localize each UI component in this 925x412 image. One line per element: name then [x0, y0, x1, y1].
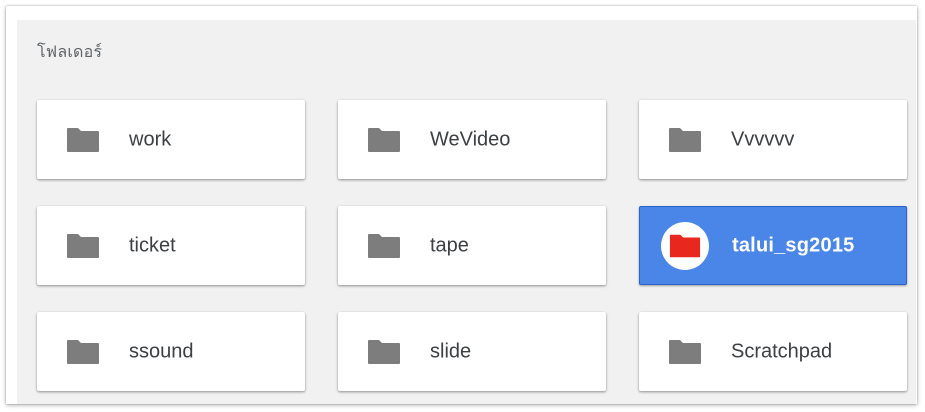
folder-label: slide: [430, 340, 472, 362]
folder-icon: [669, 234, 701, 257]
folder-tile-ticket[interactable]: ticket: [37, 206, 305, 285]
folder-grid: work WeVideo Vvvvvv ticket tape talui_sg…: [37, 100, 907, 391]
folder-tile-vvvvvv[interactable]: Vvvvvv: [639, 100, 907, 179]
folder-label: work: [129, 128, 172, 150]
folder-icon: [67, 127, 99, 152]
folder-label: ticket: [129, 234, 176, 256]
folder-label: Scratchpad: [731, 340, 833, 362]
folder-icon: [368, 233, 400, 258]
folder-tile-scratchpad[interactable]: Scratchpad: [639, 312, 907, 391]
folder-tile-talui-sg2015[interactable]: talui_sg2015: [639, 206, 907, 285]
folder-icon: [67, 339, 99, 364]
section-title: โฟลเดอร์: [37, 44, 103, 61]
folder-label: talui_sg2015: [732, 234, 855, 256]
folder-icon: [368, 127, 400, 152]
selected-folder-badge: [661, 221, 709, 270]
folder-picker-window: โฟลเดอร์ work WeVideo Vvvvvv ticket tape…: [6, 6, 917, 404]
folder-tile-tape[interactable]: tape: [338, 206, 606, 285]
folder-icon: [67, 233, 99, 258]
folder-label: Vvvvvv: [731, 128, 795, 150]
folder-label: WeVideo: [430, 128, 511, 150]
folder-icon: [669, 127, 701, 152]
folder-tile-wevideo[interactable]: WeVideo: [338, 100, 606, 179]
folder-tile-work[interactable]: work: [37, 100, 305, 179]
folder-icon: [368, 339, 400, 364]
folder-tile-ssound[interactable]: ssound: [37, 312, 305, 391]
folder-label: ssound: [129, 340, 194, 362]
folder-label: tape: [430, 234, 469, 256]
folder-icon: [669, 339, 701, 364]
folder-tile-slide[interactable]: slide: [338, 312, 606, 391]
